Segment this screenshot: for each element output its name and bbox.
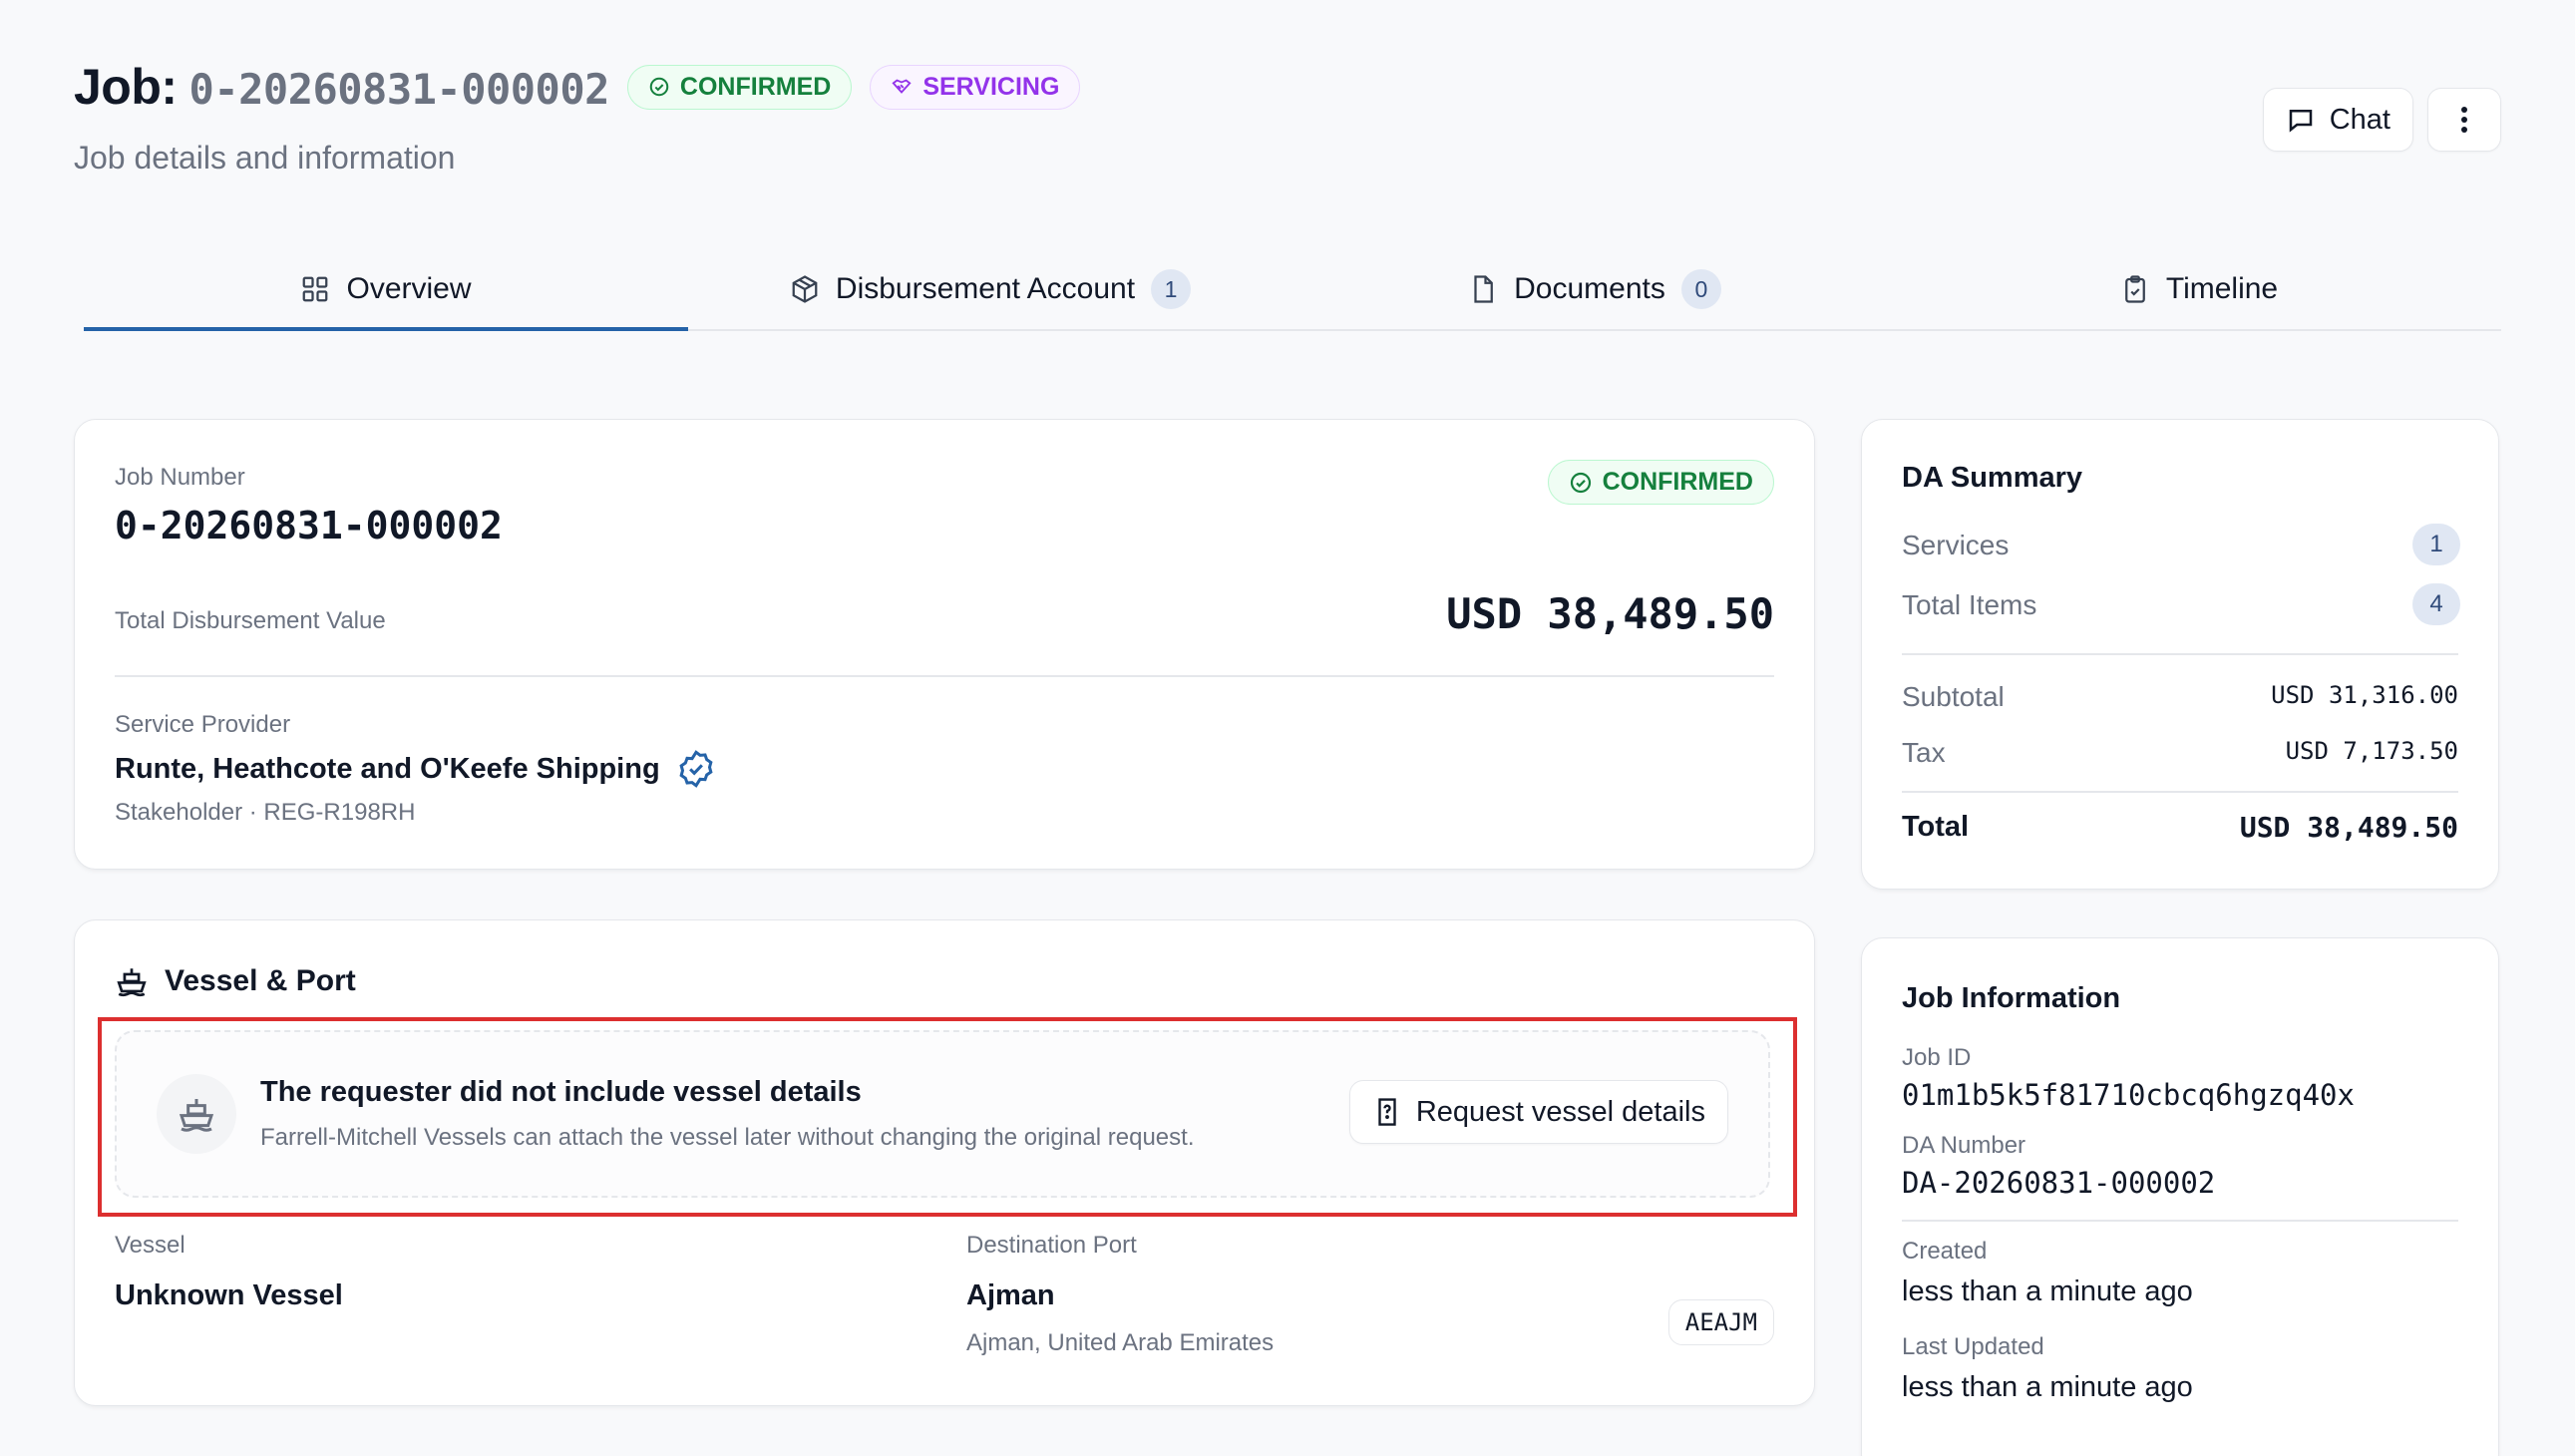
job-number-value: 0-20260831-000002 <box>115 504 503 547</box>
tab-overview-label: Overview <box>346 272 472 305</box>
title-job-id: 0-20260831-000002 <box>188 65 610 114</box>
subtotal-label: Subtotal <box>1902 681 2005 712</box>
created-label: Created <box>1902 1238 1988 1265</box>
missing-vessel-notice: The requester did not include vessel det… <box>115 1030 1770 1198</box>
check-circle-icon <box>649 77 669 97</box>
tab-bar: Overview Disbursement Account 1 Document… <box>84 249 2501 331</box>
tab-documents-count: 0 <box>1680 269 1721 309</box>
vessel-avatar <box>157 1074 236 1154</box>
divider <box>1902 791 2458 793</box>
vessel-value: Unknown Vessel <box>115 1279 343 1311</box>
service-provider-meta: Stakeholder · REG-R198RH <box>115 799 416 826</box>
da-number-value: DA-20260831-000002 <box>1902 1166 2216 1200</box>
page-title: Job: 0-20260831-000002 <box>74 58 609 116</box>
handshake-icon <box>892 79 912 94</box>
last-updated-value: less than a minute ago <box>1902 1371 2193 1403</box>
tab-disbursement-count: 1 <box>1151 269 1192 309</box>
vessel-port-title: Vessel & Port <box>165 964 356 997</box>
status-badge-label: CONFIRMED <box>679 72 832 101</box>
tab-disbursement-label: Disbursement Account <box>835 272 1136 305</box>
grid-icon <box>303 276 328 302</box>
file-icon <box>1474 275 1493 303</box>
chat-button[interactable]: Chat <box>2262 88 2413 152</box>
job-information-title: Job Information <box>1902 982 2121 1014</box>
total-items-label: Total Items <box>1902 589 2037 620</box>
divider <box>1902 1220 2458 1222</box>
vessel-label: Vessel <box>115 1232 185 1259</box>
tax-value: USD 7,173.50 <box>2285 737 2458 765</box>
status-badge: CONFIRMED <box>626 64 853 110</box>
more-vertical-icon <box>2461 107 2467 133</box>
stage-badge-label: SERVICING <box>922 72 1060 101</box>
service-provider-row: Runte, Heathcote and O'Keefe Shipping <box>115 749 716 789</box>
port-code-badge: AEAJM <box>1667 1299 1774 1345</box>
job-information-card: Job Information Job ID 01m1b5k5f81710cbc… <box>1861 937 2499 1456</box>
da-number-label: DA Number <box>1902 1132 2026 1159</box>
total-label: Total <box>1902 811 1970 843</box>
verified-badge-icon <box>679 750 713 788</box>
destination-port-label: Destination Port <box>966 1232 1137 1259</box>
vessel-port-card: Vessel & Port The requester did not incl… <box>74 919 1815 1406</box>
ship-icon <box>117 968 147 997</box>
tab-timeline[interactable]: Timeline <box>1897 249 2501 329</box>
tab-documents-label: Documents <box>1514 272 1665 305</box>
job-id-value: 01m1b5k5f81710cbcq6hgzq40x <box>1902 1078 2355 1112</box>
tab-documents[interactable]: Documents 0 <box>1292 249 1897 329</box>
total-items-count: 4 <box>2412 583 2460 625</box>
last-updated-label: Last Updated <box>1902 1333 2044 1360</box>
job-status-badge: CONFIRMED <box>1547 460 1774 505</box>
vessel-port-header: Vessel & Port <box>115 964 356 998</box>
notice-title: The requester did not include vessel det… <box>260 1076 862 1108</box>
created-value: less than a minute ago <box>1902 1275 2193 1307</box>
package-icon <box>792 275 818 303</box>
stage-badge: SERVICING <box>870 64 1081 110</box>
tab-timeline-label: Timeline <box>2165 272 2279 305</box>
total-value: USD 38,489.50 <box>2239 811 2458 844</box>
destination-port-value: Ajman <box>966 1279 1055 1311</box>
total-disbursement-label: Total Disbursement Value <box>115 607 386 634</box>
service-provider-label: Service Provider <box>115 711 291 738</box>
job-summary-card: Job Number 0-20260831-000002 CONFIRMED T… <box>74 419 1815 870</box>
total-disbursement-value: USD 38,489.50 <box>1446 589 1774 638</box>
file-question-icon <box>1378 1098 1396 1126</box>
job-status-label: CONFIRMED <box>1602 468 1753 496</box>
request-vessel-details-label: Request vessel details <box>1415 1095 1705 1128</box>
check-circle-icon <box>1570 472 1591 493</box>
clipboard-check-icon <box>2124 275 2145 303</box>
chat-button-label: Chat <box>2329 103 2391 136</box>
title-prefix: Job: <box>74 59 178 115</box>
service-provider-name[interactable]: Runte, Heathcote and O'Keefe Shipping <box>115 753 660 786</box>
more-options-button[interactable] <box>2427 88 2501 152</box>
da-summary-card: DA Summary Services 1 Total Items 4 Subt… <box>1861 419 2499 890</box>
ship-icon <box>179 1099 214 1132</box>
da-summary-title: DA Summary <box>1902 462 2083 494</box>
page-header: Job: 0-20260831-000002 CONFIRMED SERVICI… <box>74 58 2501 197</box>
page-subtitle: Job details and information <box>74 140 456 176</box>
destination-port-location: Ajman, United Arab Emirates <box>966 1329 1275 1356</box>
notice-body: Farrell-Mitchell Vessels can attach the … <box>260 1124 1195 1151</box>
subtotal-value: USD 31,316.00 <box>2271 681 2458 709</box>
divider <box>1902 653 2458 655</box>
tab-overview[interactable]: Overview <box>84 249 688 331</box>
chat-icon <box>2289 110 2312 133</box>
divider <box>115 675 1774 677</box>
services-count: 1 <box>2412 524 2460 565</box>
request-vessel-details-button[interactable]: Request vessel details <box>1348 1080 1728 1144</box>
tax-label: Tax <box>1902 737 1946 768</box>
job-number-label: Job Number <box>115 464 245 491</box>
services-label: Services <box>1902 530 2010 560</box>
tab-disbursement-account[interactable]: Disbursement Account 1 <box>688 249 1292 329</box>
job-id-label: Job ID <box>1902 1044 1972 1071</box>
